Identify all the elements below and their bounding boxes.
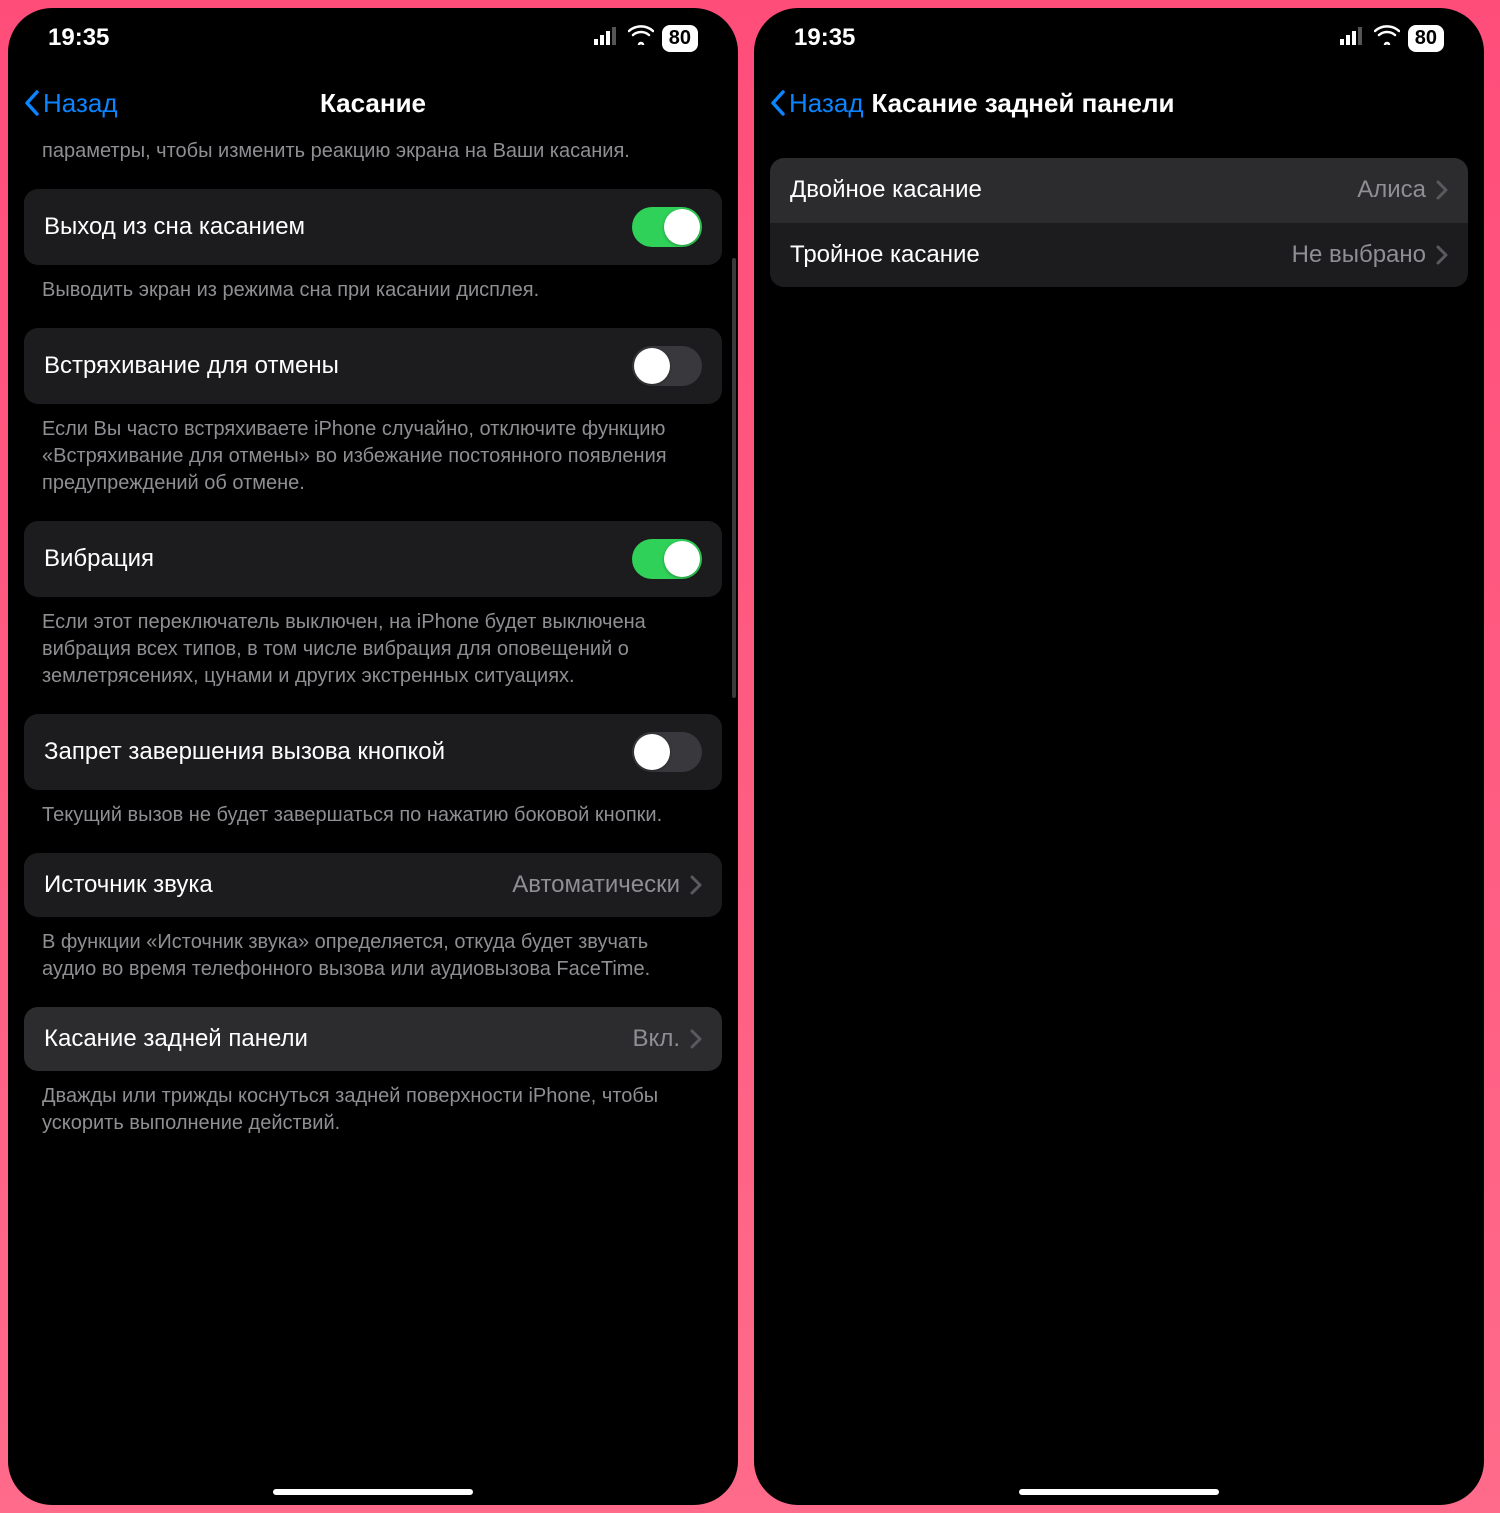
settings-content: параметры, чтобы изменить реакцию экрана… [8,138,738,1505]
chevron-right-icon [690,1029,702,1049]
settings-content: Двойное касание Алиса Тройное касание Не… [754,138,1484,1505]
row-wake-on-tap[interactable]: Выход из сна касанием [24,189,722,265]
status-bar: 19:35 80 [8,8,738,68]
footer-shake: Если Вы часто встряхиваете iPhone случай… [24,404,722,521]
toggle-wake-on-tap[interactable] [632,207,702,247]
chevron-right-icon [1436,245,1448,265]
row-value: Не выбрано [1292,241,1436,269]
nav-bar: Назад Касание задней панели [754,68,1484,138]
status-time: 19:35 [48,24,109,52]
chevron-right-icon [690,875,702,895]
back-label: Назад [43,88,118,119]
signal-icon [594,24,620,52]
footer-wake: Выводить экран из режима сна при касании… [24,265,722,328]
row-label: Двойное касание [790,176,982,204]
page-title: Касание [320,88,426,119]
status-right: 80 [1340,24,1444,52]
row-value: Вкл. [633,1025,690,1053]
row-label: Встряхивание для отмены [44,352,339,380]
row-label: Вибрация [44,545,154,573]
row-label: Выход из сна касанием [44,213,305,241]
row-double-tap[interactable]: Двойное касание Алиса [770,158,1468,222]
row-triple-tap[interactable]: Тройное касание Не выбрано [770,222,1468,287]
footer-vibration: Если этот переключатель выключен, на iPh… [24,597,722,714]
row-shake-undo[interactable]: Встряхивание для отмены [24,328,722,404]
footer-backtap: Дважды или трижды коснуться задней повер… [24,1071,722,1161]
row-label: Тройное касание [790,241,980,269]
wifi-icon [628,24,654,52]
scrollbar[interactable] [732,258,736,698]
status-bar: 19:35 80 [754,8,1484,68]
row-audio-source[interactable]: Источник звука Автоматически [24,853,722,917]
phone-left: 19:35 80 Назад Касание параметры, чтобы … [8,8,738,1505]
toggle-vibration[interactable] [632,539,702,579]
status-right: 80 [594,24,698,52]
signal-icon [1340,24,1366,52]
row-label: Запрет завершения вызова кнопкой [44,738,445,766]
row-vibration[interactable]: Вибрация [24,521,722,597]
home-indicator[interactable] [273,1489,473,1495]
row-end-call-button[interactable]: Запрет завершения вызова кнопкой [24,714,722,790]
toggle-shake-undo[interactable] [632,346,702,386]
back-button[interactable]: Назад [770,88,864,119]
nav-bar: Назад Касание [8,68,738,138]
footer-audio: В функции «Источник звука» определяется,… [24,917,722,1007]
row-value: Алиса [1357,176,1436,204]
row-label: Источник звука [44,871,213,899]
status-time: 19:35 [794,24,855,52]
page-title: Касание задней панели [872,88,1175,119]
row-label: Касание задней панели [44,1025,308,1053]
phone-right: 19:35 80 Назад Касание задней панели Дво… [754,8,1484,1505]
row-value: Автоматически [512,871,690,899]
footer-endcall: Текущий вызов не будет завершаться по на… [24,790,722,853]
back-label: Назад [789,88,864,119]
chevron-right-icon [1436,180,1448,200]
toggle-end-call[interactable] [632,732,702,772]
chevron-left-icon [24,90,40,116]
battery-indicator: 80 [662,25,698,52]
chevron-left-icon [770,90,786,116]
battery-indicator: 80 [1408,25,1444,52]
back-button[interactable]: Назад [24,88,118,119]
wifi-icon [1374,24,1400,52]
row-back-tap[interactable]: Касание задней панели Вкл. [24,1007,722,1071]
intro-note: параметры, чтобы изменить реакцию экрана… [24,138,722,189]
home-indicator[interactable] [1019,1489,1219,1495]
